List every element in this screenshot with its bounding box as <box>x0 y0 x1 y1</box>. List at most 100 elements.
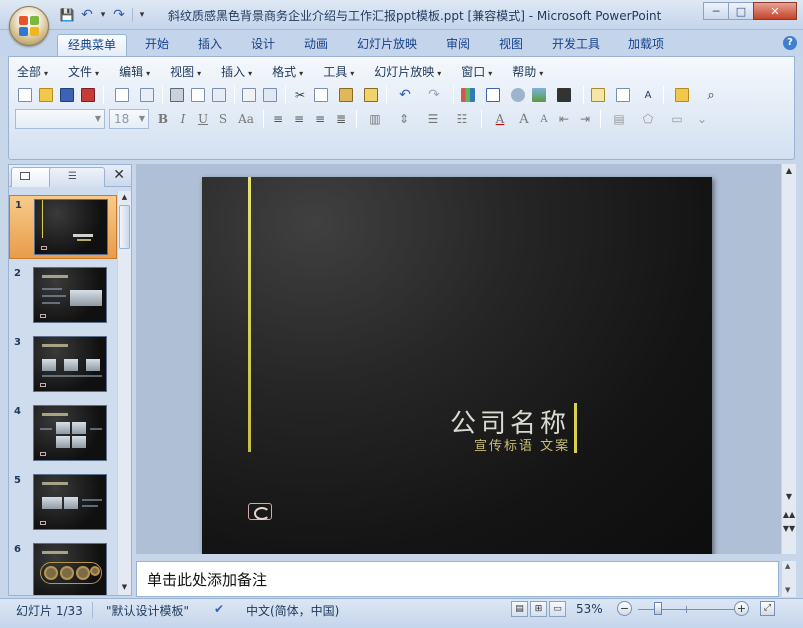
undo-dropdown-icon[interactable]: ▾ <box>98 6 108 24</box>
menu-edit[interactable]: 编辑 ▾ <box>119 63 150 81</box>
bold-button[interactable]: B <box>153 109 173 129</box>
undo-icon[interactable]: ↶ <box>78 6 96 24</box>
decrease-indent-icon[interactable]: ⇤ <box>554 109 574 129</box>
find-icon[interactable]: ⌕ <box>697 85 725 105</box>
open-folder-icon[interactable] <box>36 85 56 105</box>
slide-thumbnail[interactable]: 4 <box>9 402 117 466</box>
zoom-slider-track[interactable] <box>638 609 736 610</box>
menu-slideshow[interactable]: 幻灯片放映 ▾ <box>374 63 441 81</box>
numbering-icon[interactable]: ☰ <box>419 109 447 129</box>
notes-pane[interactable]: 单击此处添加备注 <box>136 561 779 597</box>
previous-slide-icon[interactable]: ▲▲ <box>782 508 796 521</box>
clip-art-icon[interactable] <box>508 85 528 105</box>
help-icon[interactable]: ? <box>783 36 797 50</box>
redo-icon[interactable]: ↷ <box>420 85 448 105</box>
format-painter-icon[interactable] <box>361 85 381 105</box>
scroll-up-icon[interactable]: ▲ <box>782 164 796 178</box>
close-button[interactable]: ✕ <box>753 2 797 20</box>
menu-help[interactable]: 帮助 ▾ <box>512 63 543 81</box>
print-preview-icon[interactable] <box>137 85 157 105</box>
font-color-button[interactable]: A <box>486 109 514 129</box>
menu-format[interactable]: 格式 ▾ <box>272 63 303 81</box>
menu-tools[interactable]: 工具 ▾ <box>323 63 354 81</box>
office-button[interactable] <box>9 6 49 46</box>
research-icon[interactable] <box>260 85 280 105</box>
slide-sorter-icon[interactable]: ⊞ <box>530 601 547 617</box>
font-size-select[interactable]: 18 ▼ <box>109 109 149 129</box>
scroll-up-icon[interactable]: ▲ <box>785 562 790 570</box>
thumbnail-scrollbar[interactable]: ▲ ▼ <box>117 191 131 595</box>
menu-file[interactable]: 文件 ▾ <box>68 63 99 81</box>
customize-qat-icon[interactable]: ▾ <box>137 6 147 24</box>
columns-icon[interactable]: ▥ <box>361 109 389 129</box>
picture-icon[interactable] <box>529 85 549 105</box>
tab-classic-menu[interactable]: 经典菜单 <box>57 34 128 56</box>
new-slide-icon[interactable] <box>588 85 608 105</box>
tab-view[interactable]: 视图 <box>489 34 533 56</box>
slide-thumbnail[interactable]: 3 <box>9 333 117 397</box>
normal-view-icon[interactable]: ▤ <box>511 601 528 617</box>
fit-to-window-icon[interactable]: ⤢ <box>760 601 775 616</box>
slide-thumbnail[interactable]: 5 <box>9 471 117 535</box>
fill-color-icon[interactable] <box>550 85 578 105</box>
justify-icon[interactable]: ≣ <box>331 109 351 129</box>
screen-icon[interactable] <box>209 85 229 105</box>
slogan-subtitle[interactable]: 宣传标语 文案 <box>474 435 570 454</box>
scroll-down-icon[interactable]: ▼ <box>782 490 796 504</box>
redo-icon[interactable]: ↷ <box>110 6 128 24</box>
permission-icon[interactable] <box>78 85 98 105</box>
shadow-button[interactable]: S <box>213 109 233 129</box>
tab-animation[interactable]: 动画 <box>294 34 338 56</box>
underline-button[interactable]: U <box>193 109 213 129</box>
notes-scrollbar[interactable]: ▲ ▼ <box>781 561 796 597</box>
tab-home[interactable]: 开始 <box>135 34 179 56</box>
arrange-icon[interactable]: ▤ <box>605 109 633 129</box>
minimize-button[interactable]: ─ <box>703 2 729 20</box>
slideshow-view-icon[interactable]: ▭ <box>549 601 566 617</box>
tab-insert[interactable]: 插入 <box>188 34 232 56</box>
quick-styles-icon[interactable]: ▭ <box>663 109 691 129</box>
slide-thumbnail[interactable]: 2 <box>9 264 117 328</box>
undo-icon[interactable]: ↶ <box>391 85 419 105</box>
scroll-up-icon[interactable]: ▲ <box>119 191 130 203</box>
outline-tab[interactable]: ☰ <box>49 167 105 187</box>
close-pane-icon[interactable]: ✕ <box>113 167 125 183</box>
increase-indent-icon[interactable]: ⇥ <box>575 109 595 129</box>
slide-thumbnail[interactable]: 6 <box>9 540 117 595</box>
shapes-icon[interactable]: ⬠ <box>634 109 662 129</box>
zoom-in-icon[interactable]: + <box>734 601 749 616</box>
tab-design[interactable]: 设计 <box>241 34 285 56</box>
menu-window[interactable]: 窗口 ▾ <box>461 63 492 81</box>
tab-developer[interactable]: 开发工具 <box>542 34 610 56</box>
align-center-icon[interactable]: ≡ <box>289 109 309 129</box>
chart-icon[interactable] <box>458 85 478 105</box>
bullets-icon[interactable]: ☷ <box>448 109 476 129</box>
preview-icon[interactable] <box>188 85 208 105</box>
scroll-down-icon[interactable]: ▼ <box>119 581 130 593</box>
slide-canvas[interactable]: 公司名称 宣传标语 文案 <box>202 177 712 554</box>
align-right-icon[interactable]: ≡ <box>310 109 330 129</box>
italic-button[interactable]: I <box>173 109 193 129</box>
shrink-font-button[interactable]: A <box>534 109 554 129</box>
language[interactable]: 中文(简体，中国) <box>246 602 339 619</box>
zoom-out-icon[interactable]: − <box>617 601 632 616</box>
text-box-icon[interactable]: A <box>638 85 658 105</box>
folder-icon[interactable] <box>668 85 696 105</box>
spellcheck-icon[interactable]: ✔ <box>214 602 224 616</box>
spelling-icon[interactable] <box>239 85 259 105</box>
email-icon[interactable] <box>108 85 136 105</box>
zoom-level[interactable]: 53% <box>576 602 603 616</box>
grow-font-button[interactable]: A <box>514 109 534 129</box>
tab-slideshow[interactable]: 幻灯片放映 <box>347 34 427 56</box>
slide-thumbnail[interactable]: 1 <box>9 195 117 259</box>
scrollbar-thumb[interactable] <box>119 205 130 249</box>
new-document-icon[interactable] <box>15 85 35 105</box>
save-icon[interactable]: 💾 <box>58 6 76 24</box>
save-icon[interactable] <box>57 85 77 105</box>
font-name-select[interactable]: ▼ <box>15 109 105 129</box>
menu-insert[interactable]: 插入 ▾ <box>221 63 252 81</box>
table-icon[interactable] <box>479 85 507 105</box>
scroll-down-icon[interactable]: ▼ <box>785 586 790 594</box>
copy-icon[interactable] <box>311 85 331 105</box>
next-slide-icon[interactable]: ▼▼ <box>782 522 796 535</box>
